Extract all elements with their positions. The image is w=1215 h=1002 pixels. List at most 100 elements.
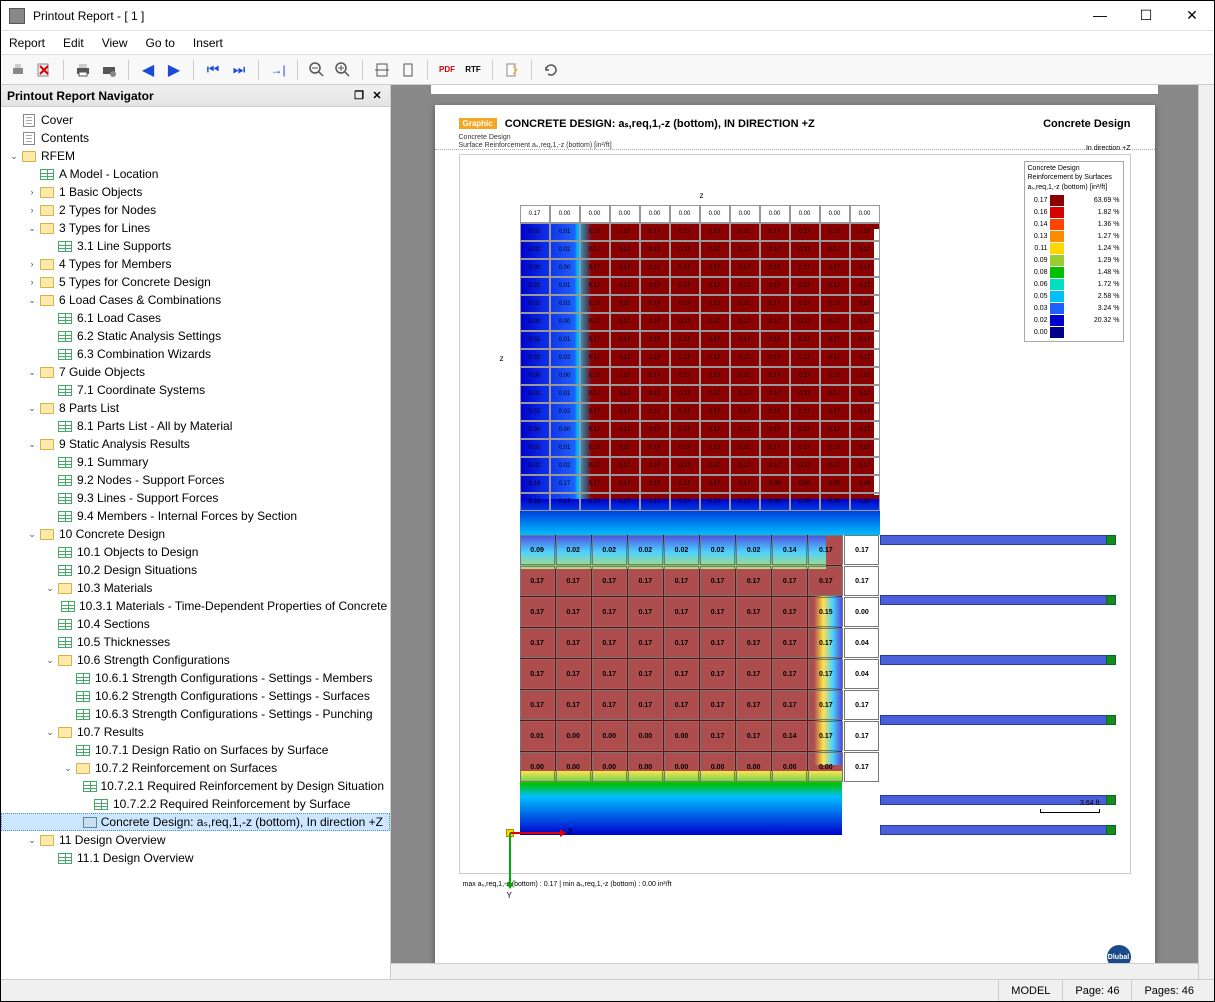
tree-item[interactable]: ⌄10.6 Strength Configurations [1, 651, 390, 669]
expand-icon[interactable]: ⌄ [61, 763, 75, 774]
expand-icon[interactable]: ⌄ [25, 403, 39, 414]
close-report-icon[interactable] [33, 59, 55, 81]
minimize-button[interactable]: — [1086, 7, 1114, 24]
nav-next-icon[interactable]: ▶ [163, 59, 185, 81]
tree-item[interactable]: 3.1 Line Supports [1, 237, 390, 255]
edit-icon[interactable] [501, 59, 523, 81]
expand-icon[interactable]: ⌄ [25, 223, 39, 234]
tree-item[interactable]: 10.6.3 Strength Configurations - Setting… [1, 705, 390, 723]
tree-item[interactable]: 6.3 Combination Wizards [1, 345, 390, 363]
expand-icon[interactable]: › [25, 187, 39, 197]
tree-item[interactable]: 10.2 Design Situations [1, 561, 390, 579]
maximize-button[interactable]: ☐ [1132, 7, 1160, 24]
tree-item[interactable]: 10.7.1 Design Ratio on Surfaces by Surfa… [1, 741, 390, 759]
expand-icon[interactable]: ⌄ [25, 295, 39, 306]
tree-item[interactable]: 10.5 Thicknesses [1, 633, 390, 651]
heatmap-cell: 0.17 [664, 659, 699, 689]
tree-item[interactable]: ›5 Types for Concrete Design [1, 273, 390, 291]
heatmap-cell: 0.17 [790, 295, 820, 313]
tree-item[interactable]: Contents [1, 129, 390, 147]
expand-icon[interactable]: › [25, 259, 39, 269]
printer-icon[interactable] [72, 59, 94, 81]
tree-item[interactable]: ⌄6 Load Cases & Combinations [1, 291, 390, 309]
goto-icon[interactable]: →| [267, 59, 289, 81]
menu-insert[interactable]: Insert [193, 36, 223, 50]
beam-node [1106, 655, 1116, 665]
tree-item[interactable]: ⌄9 Static Analysis Results [1, 435, 390, 453]
tree-item[interactable]: 10.7.2.2 Required Reinforcement by Surfa… [1, 795, 390, 813]
heatmap-cell: 0.17 [670, 367, 700, 385]
menu-report[interactable]: Report [9, 36, 45, 50]
tree-item[interactable]: 11.1 Design Overview [1, 849, 390, 867]
export-pdf-icon[interactable]: PDF [436, 59, 458, 81]
expand-icon[interactable]: › [25, 205, 39, 215]
nav-prev-icon[interactable]: ◀ [137, 59, 159, 81]
close-button[interactable]: ✕ [1178, 7, 1206, 24]
tree-item[interactable]: 9.1 Summary [1, 453, 390, 471]
heatmap-cell: 0.02 [592, 535, 627, 565]
tree-item[interactable]: ⌄3 Types for Lines [1, 219, 390, 237]
menu-go-to[interactable]: Go to [146, 36, 175, 50]
expand-icon[interactable]: ⌄ [25, 835, 39, 846]
tree-item[interactable]: Concrete Design: aₛ,req,1,-z (bottom), I… [1, 813, 390, 831]
heatmap-cell: 0.00 [820, 493, 850, 511]
tree-item[interactable]: ›1 Basic Objects [1, 183, 390, 201]
expand-icon[interactable]: ⌄ [43, 727, 57, 738]
page-width-icon[interactable] [371, 59, 393, 81]
tree-item[interactable]: ›4 Types for Members [1, 255, 390, 273]
tree-item[interactable]: ⌄RFEM [1, 147, 390, 165]
tree-item[interactable]: 10.1 Objects to Design [1, 543, 390, 561]
tree-item[interactable]: 10.6.2 Strength Configurations - Setting… [1, 687, 390, 705]
tree-item[interactable]: 6.1 Load Cases [1, 309, 390, 327]
nav-first-icon[interactable]: ⏮ [202, 59, 224, 81]
tree-item[interactable]: 9.4 Members - Internal Forces by Section [1, 507, 390, 525]
expand-icon[interactable]: ⌄ [43, 583, 57, 594]
tree-item[interactable]: 10.4 Sections [1, 615, 390, 633]
heatmap-cell: 0.00 [556, 752, 591, 782]
tree-item[interactable]: 10.7.2.1 Required Reinforcement by Desig… [1, 777, 390, 795]
zoom-out-icon[interactable] [306, 59, 328, 81]
table-icon [57, 491, 73, 505]
tree-item[interactable]: 9.2 Nodes - Support Forces [1, 471, 390, 489]
tree-item[interactable]: ⌄10.7 Results [1, 723, 390, 741]
whole-page-icon[interactable] [397, 59, 419, 81]
menu-view[interactable]: View [102, 36, 128, 50]
panel-close-icon[interactable]: ✕ [370, 89, 384, 103]
tree-item[interactable]: 6.2 Static Analysis Settings [1, 327, 390, 345]
tree-item[interactable]: 10.6.1 Strength Configurations - Setting… [1, 669, 390, 687]
expand-icon[interactable]: ⌄ [7, 151, 21, 162]
tree-item-label: Concrete Design: aₛ,req,1,-z (bottom), I… [101, 815, 383, 829]
scrollbar-horizontal[interactable] [391, 963, 1198, 979]
export-rtf-icon[interactable]: RTF [462, 59, 484, 81]
tree-item[interactable]: ⌄10.7.2 Reinforcement on Surfaces [1, 759, 390, 777]
expand-icon[interactable]: ⌄ [25, 529, 39, 540]
tree-item[interactable]: A Model - Location [1, 165, 390, 183]
beam-node [1106, 715, 1116, 725]
tree-item[interactable]: ⌄10.3 Materials [1, 579, 390, 597]
expand-icon[interactable]: ⌄ [25, 367, 39, 378]
expand-icon[interactable]: ⌄ [43, 655, 57, 666]
tree-item[interactable]: 7.1 Coordinate Systems [1, 381, 390, 399]
tree-item[interactable]: ⌄10 Concrete Design [1, 525, 390, 543]
refresh-icon[interactable] [540, 59, 562, 81]
tree-item[interactable]: 8.1 Parts List - All by Material [1, 417, 390, 435]
tree-item[interactable]: ⌄11 Design Overview [1, 831, 390, 849]
navigator-tree[interactable]: CoverContents⌄RFEMA Model - Location›1 B… [1, 107, 390, 979]
print-setup-icon[interactable] [98, 59, 120, 81]
expand-icon[interactable]: › [25, 277, 39, 287]
table-icon [57, 851, 73, 865]
expand-icon[interactable]: ⌄ [25, 439, 39, 450]
tree-item[interactable]: ⌄8 Parts List [1, 399, 390, 417]
menu-edit[interactable]: Edit [63, 36, 84, 50]
tree-item[interactable]: 9.3 Lines - Support Forces [1, 489, 390, 507]
zoom-in-icon[interactable] [332, 59, 354, 81]
tree-item[interactable]: ⌄7 Guide Objects [1, 363, 390, 381]
scrollbar-vertical[interactable] [1198, 85, 1214, 979]
nav-last-icon[interactable]: ⏭ [228, 59, 250, 81]
tree-item[interactable]: ›2 Types for Nodes [1, 201, 390, 219]
tree-item[interactable]: 10.3.1 Materials - Time-Dependent Proper… [1, 597, 390, 615]
heatmap-cell: 0.17 [610, 223, 640, 241]
undock-icon[interactable]: ❐ [352, 89, 366, 103]
tree-item[interactable]: Cover [1, 111, 390, 129]
print-icon[interactable] [7, 59, 29, 81]
